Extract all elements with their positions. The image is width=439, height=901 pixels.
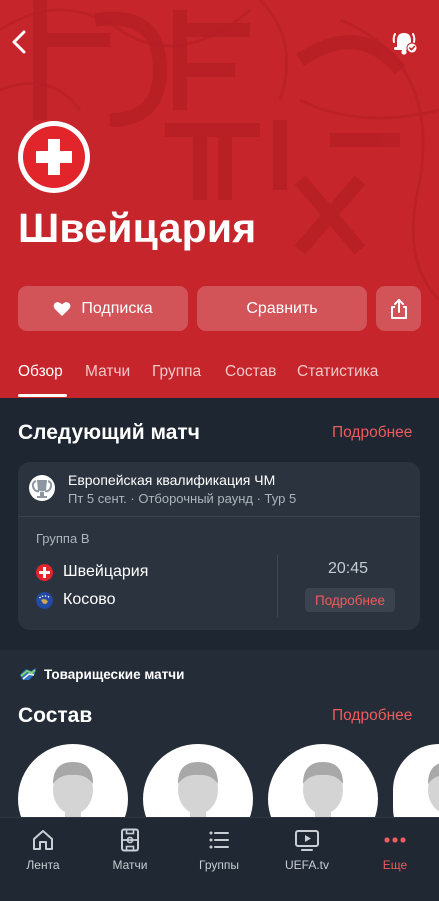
squad-title: Состав	[18, 704, 93, 727]
tab-group[interactable]: Группа	[152, 363, 201, 381]
nav-item-groups[interactable]: Группы	[176, 828, 262, 872]
active-tab-indicator	[18, 394, 67, 397]
away-team-name: Косово	[63, 591, 116, 608]
nav-item-feed[interactable]: Лента	[0, 828, 86, 872]
share-button[interactable]	[376, 286, 421, 331]
nav-item-label: Еще	[382, 858, 408, 872]
list-icon	[209, 831, 229, 849]
swiss-flag-icon	[23, 126, 85, 188]
nav-item-more[interactable]: Еще	[352, 828, 438, 872]
tab-matches[interactable]: Матчи	[85, 363, 130, 381]
subscribe-button[interactable]: Подписка	[18, 286, 188, 331]
notifications-button[interactable]	[389, 26, 421, 58]
nav-item-uefa-tv[interactable]: UEFA.tv	[264, 828, 350, 872]
pitch-icon	[121, 828, 139, 852]
compare-button[interactable]: Сравнить	[197, 286, 367, 331]
group-label: Группа B	[36, 531, 90, 546]
friendly-matches-icon	[20, 668, 36, 680]
heart-icon	[53, 301, 71, 317]
tab-squad[interactable]: Состав	[225, 363, 276, 381]
chevron-left-icon	[12, 30, 26, 54]
friendly-matches-label: Товарищеские матчи	[44, 666, 185, 682]
subscribe-label: Подписка	[81, 299, 153, 317]
away-team-row: Косово	[36, 589, 116, 611]
team-tabs: Обзор Матчи Группа Состав Статистика	[0, 360, 439, 398]
more-dots-icon	[384, 837, 406, 843]
card-divider	[18, 516, 420, 517]
nav-item-label: Лента	[26, 858, 60, 872]
bell-check-icon	[392, 33, 418, 55]
competition-name: Европейская квалификация ЧМ	[68, 472, 276, 488]
tv-icon	[295, 830, 319, 851]
friendly-matches-link[interactable]: Товарищеские матчи	[18, 664, 184, 684]
home-team-name: Швейцария	[63, 563, 149, 580]
kosovo-flag-icon	[36, 591, 53, 609]
switzerland-flag-icon	[36, 563, 53, 581]
header-background-pattern	[0, 0, 439, 302]
squad-more-link[interactable]: Подробнее	[332, 707, 412, 725]
match-info: Пт 5 сент. · Отборочный раунд · Тур 5	[68, 491, 297, 506]
next-match-more-link[interactable]: Подробнее	[332, 424, 412, 442]
back-button[interactable]	[6, 26, 34, 58]
nav-item-matches[interactable]: Матчи	[87, 828, 173, 872]
home-icon	[33, 830, 53, 850]
share-icon	[390, 298, 407, 319]
home-team-row: Швейцария	[36, 561, 148, 583]
team-flag-badge	[18, 121, 90, 193]
next-match-card[interactable]: Европейская квалификация ЧМ Пт 5 сент. ·…	[18, 462, 420, 630]
card-vertical-divider	[277, 555, 278, 617]
match-details-button[interactable]: Подробнее	[305, 588, 395, 612]
trophy-icon	[29, 475, 55, 501]
team-title: Швейцария	[18, 205, 257, 251]
tab-statistics[interactable]: Статистика	[297, 363, 378, 381]
next-match-title: Следующий матч	[18, 421, 200, 444]
bottom-navigation: Лента Матчи Группы UEFA.tv Еще	[0, 817, 439, 901]
nav-item-label: Матчи	[112, 858, 148, 872]
tab-overview[interactable]: Обзор	[18, 363, 63, 381]
kickoff-time: 20:45	[328, 560, 369, 577]
team-header: Швейцария Подписка Сравнить Обзор Матчи …	[0, 0, 439, 398]
nav-item-label: Группы	[199, 858, 239, 872]
nav-item-label: UEFA.tv	[284, 858, 329, 872]
